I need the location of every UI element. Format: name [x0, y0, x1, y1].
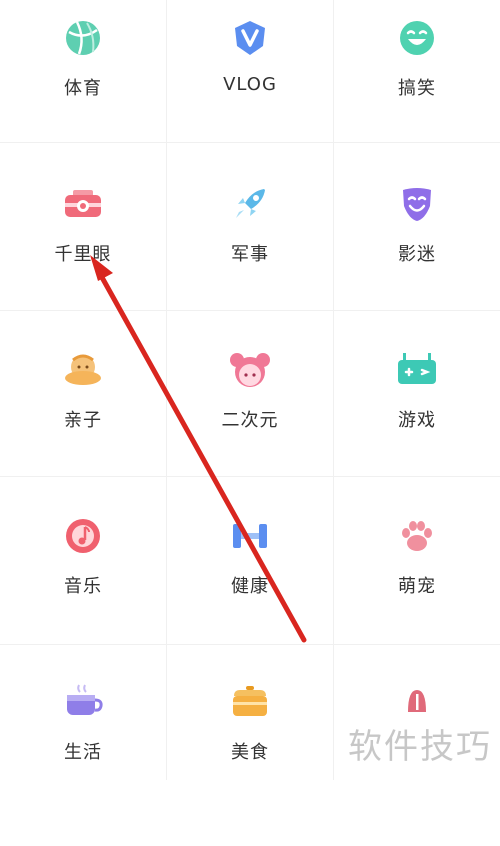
category-health[interactable]: 健康 — [167, 514, 333, 680]
music-disc-icon — [61, 514, 105, 558]
partial-icon — [395, 680, 439, 724]
gamepad-icon — [395, 348, 439, 392]
rice-cooker-icon — [228, 680, 272, 724]
category-games[interactable]: 游戏 — [334, 348, 500, 514]
category-sports[interactable]: 体育 — [0, 16, 166, 182]
category-label: 美食 — [231, 742, 269, 763]
paw-icon — [395, 514, 439, 558]
category-life[interactable]: 生活 — [0, 680, 166, 846]
category-grid: 体育 VLOG 搞笑 千里眼 军事 影迷 亲子 二次元 游戏 音乐 健康 萌宠 … — [0, 0, 500, 780]
v-shield-icon — [228, 16, 272, 60]
rocket-icon — [228, 182, 272, 226]
mask-icon — [395, 182, 439, 226]
category-food[interactable]: 美食 — [167, 680, 333, 846]
category-label: 影迷 — [398, 244, 436, 265]
category-label: 二次元 — [221, 410, 279, 431]
baby-icon — [61, 348, 105, 392]
category-label: 亲子 — [64, 410, 102, 431]
category-movie-fans[interactable]: 影迷 — [334, 182, 500, 348]
category-label: 生活 — [64, 742, 102, 763]
basketball-icon — [61, 16, 105, 60]
category-qianliyan[interactable]: 千里眼 — [0, 182, 166, 348]
category-label: 游戏 — [398, 410, 436, 431]
category-label: 健康 — [231, 576, 269, 597]
category-label: 音乐 — [64, 576, 102, 597]
cup-icon — [61, 680, 105, 724]
category-music[interactable]: 音乐 — [0, 514, 166, 680]
camera-icon — [61, 182, 105, 226]
category-parenting[interactable]: 亲子 — [0, 348, 166, 514]
watermark: 软件技巧 — [348, 727, 492, 767]
category-label: 搞笑 — [398, 78, 436, 99]
category-pets[interactable]: 萌宠 — [334, 514, 500, 680]
category-vlog[interactable]: VLOG — [167, 16, 333, 182]
category-anime[interactable]: 二次元 — [167, 348, 333, 514]
category-label: 体育 — [64, 78, 102, 99]
category-label: 军事 — [231, 244, 269, 265]
laughing-face-icon — [395, 16, 439, 60]
category-funny[interactable]: 搞笑 — [334, 16, 500, 182]
category-label: VLOG — [223, 74, 277, 95]
anime-girl-icon — [228, 348, 272, 392]
category-military[interactable]: 军事 — [167, 182, 333, 348]
dumbbell-icon — [228, 514, 272, 558]
category-label: 千里眼 — [54, 244, 112, 265]
category-label: 萌宠 — [398, 576, 436, 597]
